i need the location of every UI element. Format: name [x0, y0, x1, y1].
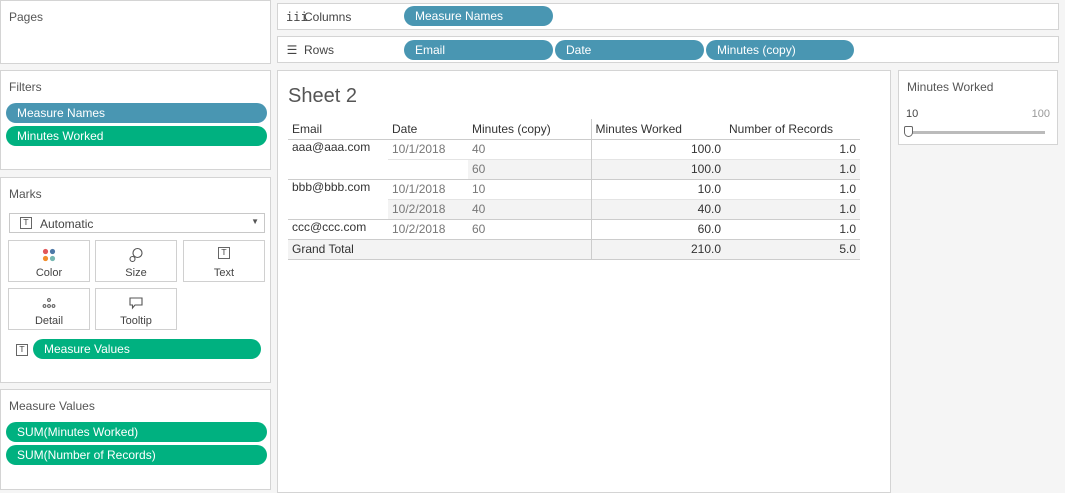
filter-pill-measure-names[interactable]: Measure Names [6, 103, 267, 123]
marks-pill-measure-values[interactable]: Measure Values [33, 339, 261, 359]
columns-label-wrap: iii Columns [286, 4, 351, 29]
date-cell[interactable] [388, 158, 468, 180]
records-cell[interactable]: 1.0 [725, 198, 860, 220]
slider-track[interactable] [909, 131, 1045, 134]
detail-label: Detail [34, 315, 64, 327]
header-minutes-copy[interactable]: Minutes (copy) [468, 119, 591, 140]
table-row: bbb@bbb.com 10/1/2018 10 10.0 1.0 [288, 179, 860, 220]
filters-card: Filters Measure Names Minutes Worked [0, 70, 271, 170]
rows-label: Rows [304, 42, 335, 57]
rows-pill-email[interactable]: Email [404, 40, 553, 60]
records-cell[interactable]: 1.0 [725, 179, 860, 199]
color-label: Color [35, 267, 63, 279]
rows-pill-date[interactable]: Date [555, 40, 704, 60]
rows-label-wrap: ☰ Rows [286, 37, 334, 62]
header-number-of-records[interactable]: Number of Records [725, 119, 860, 140]
measure-values-title: Measure Values [9, 399, 95, 413]
slider-handle[interactable] [904, 126, 913, 137]
detail-icon [9, 295, 89, 311]
color-icon [9, 247, 89, 263]
worked-cell[interactable]: 100.0 [590, 158, 725, 180]
worked-cell[interactable]: 10.0 [590, 179, 725, 199]
email-cell[interactable]: bbb@bbb.com [288, 179, 388, 220]
rows-shelf[interactable]: ☰ Rows Email Date Minutes (copy) [277, 36, 1059, 63]
tooltip-icon [96, 295, 176, 311]
header-date[interactable]: Date [388, 119, 468, 140]
grand-total-worked[interactable]: 210.0 [590, 239, 725, 260]
crosstab-table: Email Date Minutes (copy) Minutes Worked… [288, 119, 860, 260]
records-cell[interactable]: 1.0 [725, 158, 860, 180]
rows-icon: ☰ [286, 42, 298, 57]
detail-button[interactable]: Detail [8, 288, 90, 330]
email-cell[interactable]: aaa@aaa.com [288, 139, 388, 180]
size-icon [96, 247, 176, 263]
filter-pill-minutes-worked[interactable]: Minutes Worked [6, 126, 267, 146]
header-minutes-worked[interactable]: Minutes Worked [590, 119, 725, 140]
measure-values-card: Measure Values SUM(Minutes Worked) SUM(N… [0, 389, 271, 490]
worked-cell[interactable]: 60.0 [590, 219, 725, 240]
text-button[interactable]: T Text [183, 240, 265, 282]
tooltip-label: Tooltip [120, 315, 152, 327]
text-shelf-icon: T [16, 344, 28, 356]
grand-total-row: Grand Total 210.0 5.0 [288, 239, 860, 260]
text-label: Text [213, 267, 235, 279]
text-mark-icon: T [20, 217, 32, 229]
filters-title: Filters [9, 80, 42, 94]
email-cell[interactable]: ccc@ccc.com [288, 219, 388, 240]
minutes-cell[interactable]: 60 [468, 158, 591, 180]
marks-card: Marks T Automatic ▼ Color Size T Text De… [0, 177, 271, 383]
columns-shelf[interactable]: iii Columns Measure Names [277, 3, 1059, 30]
sheet-view: Sheet 2 Email Date Minutes (copy) Minute… [277, 70, 891, 493]
header-email[interactable]: Email [288, 119, 388, 140]
worked-cell[interactable]: 40.0 [590, 198, 725, 220]
size-label: Size [125, 267, 147, 279]
marks-title: Marks [9, 187, 42, 201]
mv-pill-sum-number-of-records[interactable]: SUM(Number of Records) [6, 445, 267, 465]
records-cell[interactable]: 1.0 [725, 219, 860, 240]
minutes-cell[interactable]: 40 [468, 198, 591, 220]
columns-label: Columns [304, 9, 352, 24]
minutes-cell[interactable]: 60 [468, 219, 591, 240]
grand-total-label[interactable]: Grand Total [288, 239, 591, 260]
minutes-cell[interactable]: 40 [468, 139, 591, 159]
table-row: ccc@ccc.com 10/2/2018 60 60.0 1.0 [288, 219, 860, 240]
mark-type-value: Automatic [40, 217, 94, 231]
minutes-worked-filter-card: Minutes Worked 10 100 [898, 70, 1058, 145]
rows-pill-minutes-copy[interactable]: Minutes (copy) [706, 40, 854, 60]
minutes-cell[interactable]: 10 [468, 179, 591, 199]
date-cell[interactable]: 10/1/2018 [388, 139, 468, 159]
color-button[interactable]: Color [8, 240, 90, 282]
table-row: aaa@aaa.com 10/1/2018 40 100.0 1.0 [288, 139, 860, 180]
date-cell[interactable]: 10/1/2018 [388, 179, 468, 199]
slider-max-value: 100 [1031, 108, 1050, 120]
grand-total-records[interactable]: 5.0 [725, 239, 860, 260]
pages-title: Pages [9, 10, 44, 24]
slider-title: Minutes Worked [907, 80, 994, 94]
date-cell[interactable]: 10/2/2018 [388, 198, 468, 220]
text-icon: T [218, 247, 230, 259]
header-row: Email Date Minutes (copy) Minutes Worked… [288, 119, 860, 140]
records-cell[interactable]: 1.0 [725, 139, 860, 159]
pages-card: Pages [0, 0, 271, 64]
worked-cell[interactable]: 100.0 [590, 139, 725, 159]
mv-pill-sum-minutes-worked[interactable]: SUM(Minutes Worked) [6, 422, 267, 442]
columns-pill-measure-names[interactable]: Measure Names [404, 6, 553, 26]
mark-type-dropdown[interactable]: T Automatic ▼ [9, 213, 265, 233]
chevron-down-icon: ▼ [251, 217, 259, 226]
sheet-title: Sheet 2 [288, 85, 357, 107]
columns-icon: iii [286, 9, 308, 24]
slider-min-value: 10 [906, 108, 919, 120]
tooltip-button[interactable]: Tooltip [95, 288, 177, 330]
date-cell[interactable]: 10/2/2018 [388, 219, 468, 240]
size-button[interactable]: Size [95, 240, 177, 282]
text-icon-wrap: T [184, 247, 264, 263]
